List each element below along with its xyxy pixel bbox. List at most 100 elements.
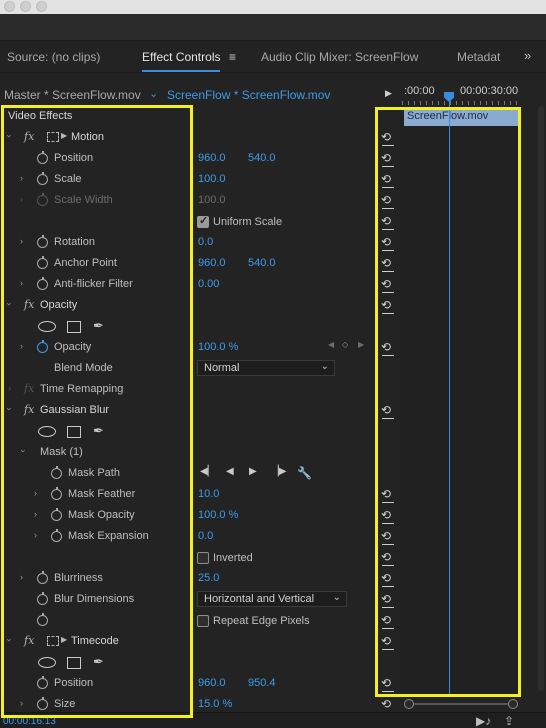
twirl-icon[interactable]: ›	[20, 236, 23, 246]
vertical-scrollbar[interactable]	[538, 106, 544, 691]
reset-icon[interactable]: ⟲	[381, 340, 395, 356]
blend-mode-dropdown[interactable]: Normal ⌄	[197, 360, 335, 376]
twirl-icon[interactable]: ›	[5, 303, 15, 306]
stopwatch-icon[interactable]	[37, 277, 48, 290]
reset-icon[interactable]: ⟲	[381, 613, 395, 629]
reset-icon[interactable]: ⟲	[381, 571, 395, 587]
mask-expansion-value[interactable]: 0.0	[198, 530, 213, 542]
stopwatch-icon[interactable]	[37, 151, 48, 164]
track-backward-icon[interactable]: ◀▏	[200, 466, 215, 477]
reset-icon[interactable]: ⟲	[381, 235, 395, 251]
track-forward-icon[interactable]: ▕▶	[271, 466, 286, 477]
reset-icon[interactable]: ⟲	[381, 130, 395, 146]
step-forward-icon[interactable]: ▶	[249, 466, 257, 477]
reset-icon[interactable]: ⟲	[381, 277, 395, 293]
reset-icon[interactable]: ⟲	[381, 403, 395, 419]
stopwatch-icon[interactable]	[37, 571, 48, 584]
add-keyframe-icon[interactable]: ◇	[342, 340, 348, 349]
twirl-icon[interactable]: ›	[20, 572, 23, 582]
anchor-y-value[interactable]: 540.0	[248, 257, 276, 269]
blur-dimensions-dropdown[interactable]: Horizontal and Vertical ⌄	[197, 591, 347, 607]
twirl-icon[interactable]: ›	[8, 383, 11, 393]
zoom-window-button[interactable]	[36, 1, 47, 12]
timeline-zoom-scrollbar[interactable]	[404, 699, 518, 709]
mask-feather-value[interactable]: 10.0	[198, 488, 219, 500]
twirl-icon[interactable]: ›	[20, 173, 23, 183]
tab-source[interactable]: Source: (no clips)	[7, 50, 100, 64]
twirl-icon[interactable]: ›	[5, 639, 15, 642]
stopwatch-icon[interactable]	[37, 613, 48, 626]
filter-audio-icon[interactable]: ▶♪	[476, 714, 491, 728]
twirl-icon[interactable]: ›	[34, 509, 37, 519]
step-backward-icon[interactable]: ◀	[226, 466, 234, 477]
rect-mask-icon[interactable]	[67, 657, 81, 669]
reset-icon[interactable]: ⟲	[381, 592, 395, 608]
minimize-window-button[interactable]	[20, 1, 31, 12]
position-x-value[interactable]: 960.0	[198, 152, 226, 164]
stopwatch-icon[interactable]	[37, 235, 48, 248]
stopwatch-icon[interactable]	[37, 592, 48, 605]
stopwatch-icon[interactable]	[51, 529, 62, 542]
timecode-position-y-value[interactable]: 950.4	[248, 677, 276, 689]
reset-icon[interactable]: ⟲	[381, 676, 395, 692]
twirl-icon[interactable]: ›	[34, 530, 37, 540]
scrollbar-start-handle[interactable]	[404, 699, 414, 709]
reset-icon[interactable]: ⟲	[381, 214, 395, 230]
reset-icon[interactable]: ⟲	[381, 193, 395, 209]
stopwatch-icon[interactable]	[37, 340, 48, 353]
scrollbar-end-handle[interactable]	[508, 699, 518, 709]
stopwatch-icon[interactable]	[51, 466, 62, 479]
twirl-icon[interactable]: ›	[19, 450, 29, 453]
tab-effect-controls[interactable]: Effect Controls	[142, 50, 221, 72]
master-clip-label[interactable]: Master * ScreenFlow.mov	[4, 88, 141, 102]
reset-icon[interactable]: ⟲	[381, 172, 395, 188]
transform-icon[interactable]	[47, 636, 59, 646]
chevron-down-icon[interactable]: ⌄	[149, 87, 158, 100]
ellipse-mask-icon[interactable]	[38, 321, 56, 332]
stopwatch-icon[interactable]	[37, 172, 48, 185]
reset-icon[interactable]: ⟲	[381, 151, 395, 167]
current-timecode[interactable]: 00:00:16:13	[3, 716, 56, 727]
tabs-overflow-icon[interactable]: »	[524, 48, 531, 63]
fx-icon[interactable]: fx	[24, 298, 34, 311]
pen-mask-icon[interactable]: ✒	[93, 654, 104, 670]
reset-icon[interactable]: ⟲	[381, 550, 395, 566]
twirl-icon[interactable]: ›	[5, 135, 15, 138]
timecode-position-x-value[interactable]: 960.0	[198, 677, 226, 689]
timeline-ruler[interactable]: :00:00 00:00:30:00	[400, 84, 546, 106]
reset-icon[interactable]: ⟲	[381, 697, 395, 713]
ellipse-mask-icon[interactable]	[38, 426, 56, 437]
stopwatch-icon[interactable]	[37, 697, 48, 710]
pen-mask-icon[interactable]: ✒	[93, 318, 104, 334]
panel-menu-icon[interactable]: ≡	[229, 50, 239, 64]
export-icon[interactable]: ⇪	[504, 714, 514, 728]
wrench-icon[interactable]: 🔧	[297, 466, 312, 480]
play-icon[interactable]: ▶	[385, 88, 392, 99]
anti-flicker-value[interactable]: 0.00	[198, 278, 219, 290]
reset-icon[interactable]: ⟲	[381, 298, 395, 314]
transform-icon[interactable]	[47, 132, 59, 142]
tab-metadata[interactable]: Metadat	[457, 50, 500, 64]
twirl-icon[interactable]: ›	[20, 698, 23, 708]
fx-icon[interactable]: fx	[24, 130, 34, 143]
reset-icon[interactable]: ⟲	[381, 529, 395, 545]
twirl-icon[interactable]: ›	[20, 341, 23, 351]
mask-label[interactable]: Mask (1)	[40, 446, 83, 458]
timeline-clip[interactable]: ScreenFlow.mov	[404, 109, 518, 126]
twirl-icon[interactable]: ›	[34, 488, 37, 498]
twirl-icon[interactable]: ›	[20, 278, 23, 288]
stopwatch-icon[interactable]	[37, 256, 48, 269]
size-value[interactable]: 15.0 %	[198, 698, 232, 710]
effect-timeline-track[interactable]	[400, 106, 521, 696]
sequence-clip-label[interactable]: ScreenFlow * ScreenFlow.mov	[167, 88, 330, 102]
pen-mask-icon[interactable]: ✒	[93, 423, 104, 439]
playhead-line[interactable]	[449, 97, 450, 697]
scale-value[interactable]: 100.0	[198, 173, 226, 185]
rotation-value[interactable]: 0.0	[198, 236, 213, 248]
tab-audio-clip-mixer[interactable]: Audio Clip Mixer: ScreenFlow	[261, 50, 418, 64]
fx-icon[interactable]: fx	[24, 634, 34, 647]
stopwatch-icon[interactable]	[51, 487, 62, 500]
next-keyframe-icon[interactable]: ▶	[358, 340, 364, 349]
opacity-value[interactable]: 100.0 %	[198, 341, 238, 353]
repeat-edge-checkbox[interactable]	[197, 615, 209, 627]
